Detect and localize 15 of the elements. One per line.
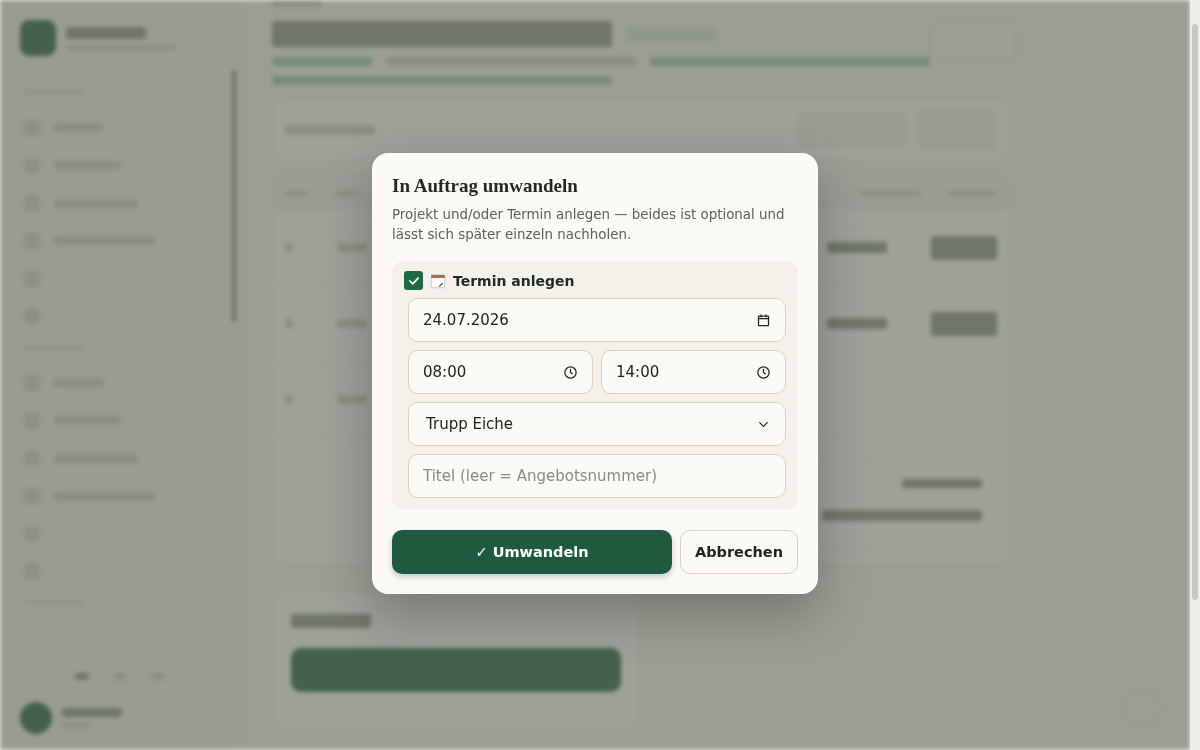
checkbox-label[interactable]: Termin anlegen xyxy=(453,272,575,289)
end-time-field[interactable]: 14:00 xyxy=(601,350,786,394)
calendar-icon xyxy=(429,271,447,290)
checkbox[interactable] xyxy=(404,271,423,290)
cancel-button[interactable]: Abbrechen xyxy=(680,530,798,574)
dialog-description: Projekt und/oder Termin anlegen — beides ist optional und lässt sich später einzeln nachholen. xyxy=(392,206,786,244)
dialog-title: In Auftrag umwandeln xyxy=(392,175,579,197)
title-field[interactable]: Titel (leer = Angebotsnummer) xyxy=(408,454,786,498)
confirm-button[interactable]: ✓ Umwandeln xyxy=(392,530,672,574)
clock-icon xyxy=(756,364,771,380)
calendar-icon xyxy=(756,312,771,328)
date-field[interactable]: 24.07.2026 xyxy=(408,298,786,342)
team-select[interactable]: Trupp Eiche xyxy=(408,402,786,446)
clock-icon xyxy=(563,364,578,380)
start-time-field[interactable]: 08:00 xyxy=(408,350,593,394)
